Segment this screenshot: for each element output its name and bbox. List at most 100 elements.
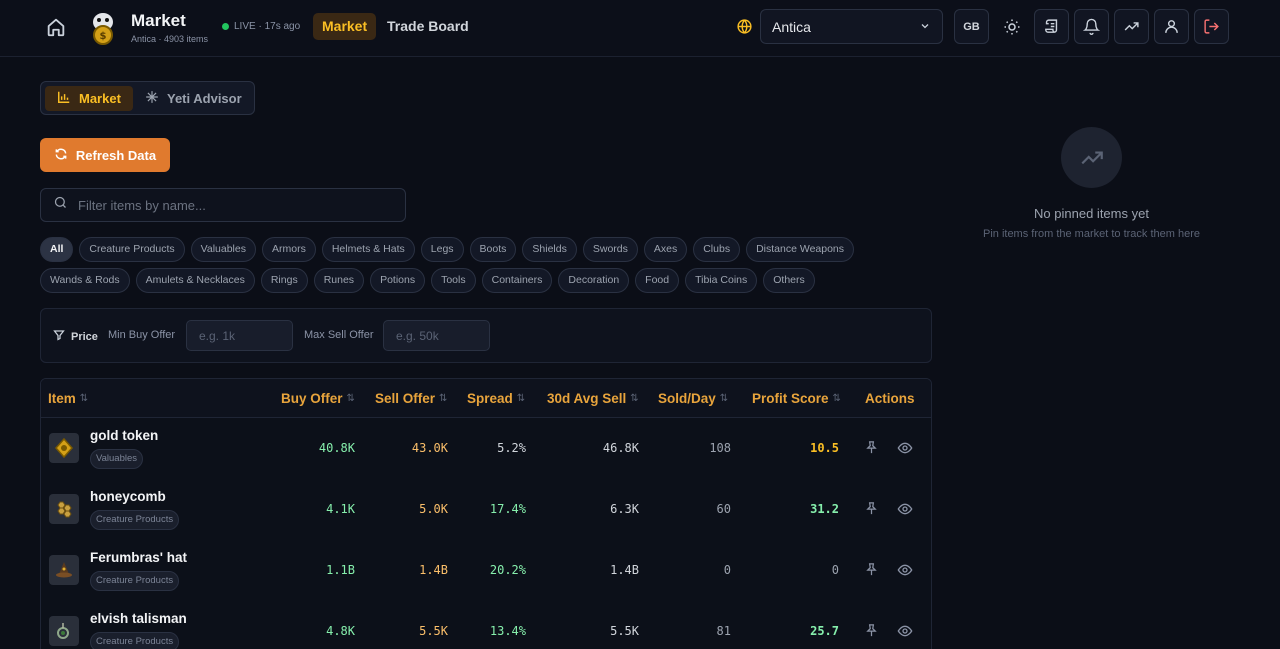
item-category-badge: Valuables <box>90 449 144 469</box>
category-chip[interactable]: Tibia Coins <box>685 268 758 293</box>
sold-day-cell: 81 <box>716 624 731 638</box>
view-toggle-market[interactable]: Market <box>45 86 133 111</box>
min-buy-label: Min Buy Offer <box>108 329 176 341</box>
category-chip[interactable]: Helmets & Hats <box>321 237 415 262</box>
category-chip[interactable]: Distance Weapons <box>746 237 855 262</box>
pin-icon[interactable] <box>864 562 880 578</box>
avg-sell-cell: 1.4B <box>610 563 639 577</box>
item-name[interactable]: gold token <box>90 428 158 443</box>
category-chip[interactable]: Potions <box>370 268 426 293</box>
sort-icon: ⇅ <box>346 393 355 404</box>
filter-icon <box>53 329 65 344</box>
category-chip[interactable]: Legs <box>420 237 464 262</box>
view-toggle: Market Yeti Advisor <box>40 81 255 115</box>
sell-offer-cell: 5.5K <box>419 624 448 638</box>
pin-icon[interactable] <box>864 501 880 517</box>
item-name[interactable]: elvish talisman <box>90 611 187 626</box>
gold-token-icon <box>49 433 79 463</box>
bar-chart-icon <box>57 90 71 107</box>
search-field[interactable] <box>40 188 406 222</box>
spread-cell: 17.4% <box>489 502 526 516</box>
world-select[interactable]: Antica <box>760 9 943 44</box>
buy-offer-cell: 4.1K <box>326 502 355 516</box>
category-chip[interactable]: Axes <box>643 237 688 262</box>
sell-offer-cell: 1.4B <box>419 563 448 577</box>
buy-offer-cell: 40.8K <box>318 441 355 455</box>
eye-icon[interactable] <box>897 440 913 456</box>
sun-icon[interactable] <box>1003 18 1021 36</box>
category-chip-all[interactable]: All <box>40 237 74 262</box>
sort-icon: ⇅ <box>439 393 448 404</box>
item-name[interactable]: honeycomb <box>90 489 166 504</box>
item-category-badge: Creature Products <box>90 632 180 649</box>
th-avg-sell[interactable]: 30d Avg Sell ⇅ <box>547 391 639 406</box>
logout-icon[interactable] <box>1194 9 1229 44</box>
table-row[interactable]: gold token Valuables 40.8K 43.0K 5.2% 46… <box>41 418 931 479</box>
category-chip[interactable]: Runes <box>313 268 365 293</box>
th-sold-day[interactable]: Sold/Day ⇅ <box>658 391 728 406</box>
category-chip[interactable]: Valuables <box>190 237 256 262</box>
sort-icon: ⇅ <box>832 393 841 404</box>
max-sell-input[interactable] <box>383 320 490 351</box>
category-chip[interactable]: Creature Products <box>79 237 185 262</box>
refresh-data-label: Refresh Data <box>75 147 157 163</box>
region-button-label: GB <box>963 20 980 33</box>
th-item[interactable]: Item ⇅ <box>48 391 88 406</box>
category-chip[interactable]: Rings <box>260 268 308 293</box>
live-status: LIVE · 17s ago <box>222 21 300 32</box>
category-chip[interactable]: Clubs <box>693 237 741 262</box>
category-chip[interactable]: Wands & Rods <box>40 268 130 293</box>
honeycomb-icon <box>49 494 79 524</box>
sort-icon: ⇅ <box>79 393 89 404</box>
category-chip[interactable]: Food <box>635 268 680 293</box>
profit-score-cell: 10.5 <box>810 441 839 455</box>
category-chip[interactable]: Armors <box>261 237 316 262</box>
view-toggle-yeti[interactable]: Yeti Advisor <box>145 86 242 111</box>
category-chip[interactable]: Tools <box>431 268 476 293</box>
home-icon[interactable] <box>45 16 67 38</box>
th-spread[interactable]: Spread ⇅ <box>467 391 525 406</box>
eye-icon[interactable] <box>897 623 913 639</box>
min-buy-input[interactable] <box>186 320 293 351</box>
category-chip[interactable]: Amulets & Necklaces <box>135 268 255 293</box>
profit-score-cell: 0 <box>831 563 839 577</box>
th-profit-score[interactable]: Profit Score ⇅ <box>752 391 841 406</box>
category-chip[interactable]: Others <box>763 268 815 293</box>
category-chip[interactable]: Containers <box>481 268 553 293</box>
region-button[interactable]: GB <box>954 9 989 44</box>
spread-cell: 5.2% <box>497 441 526 455</box>
scroll-icon[interactable] <box>1034 9 1069 44</box>
table-row[interactable]: Ferumbras' hat Creature Products 1.1B 1.… <box>41 540 931 601</box>
view-toggle-market-label: Market <box>79 91 121 106</box>
pin-icon[interactable] <box>864 623 880 639</box>
category-chip[interactable]: Shields <box>522 237 577 262</box>
world-select-value: Antica <box>772 18 811 35</box>
avg-sell-cell: 5.5K <box>610 624 639 638</box>
sort-icon: ⇅ <box>719 393 729 404</box>
search-input[interactable] <box>78 197 398 213</box>
nav-market[interactable]: Market <box>313 13 377 40</box>
bell-icon[interactable] <box>1074 9 1109 44</box>
nav-trade-board[interactable]: Trade Board <box>387 13 469 40</box>
th-buy-offer[interactable]: Buy Offer ⇅ <box>281 391 355 406</box>
category-chip[interactable]: Decoration <box>558 268 630 293</box>
pin-icon[interactable] <box>864 440 880 456</box>
category-chip[interactable]: Boots <box>469 237 517 262</box>
item-name[interactable]: Ferumbras' hat <box>90 550 187 565</box>
th-sell-offer[interactable]: Sell Offer ⇅ <box>375 391 447 406</box>
globe-icon <box>736 18 753 35</box>
sell-offer-cell: 43.0K <box>411 441 448 455</box>
table-row[interactable]: elvish talisman Creature Products 4.8K 5… <box>41 601 931 649</box>
svg-text:$: $ <box>100 31 107 42</box>
eye-icon[interactable] <box>897 562 913 578</box>
table-row[interactable]: honeycomb Creature Products 4.1K 5.0K 17… <box>41 479 931 540</box>
sort-icon: ⇅ <box>630 393 639 404</box>
eye-icon[interactable] <box>897 501 913 517</box>
user-icon[interactable] <box>1154 9 1189 44</box>
trending-icon[interactable] <box>1114 9 1149 44</box>
buy-offer-cell: 4.8K <box>326 624 355 638</box>
refresh-data-button[interactable]: Refresh Data <box>40 138 170 172</box>
view-toggle-yeti-label: Yeti Advisor <box>167 91 242 106</box>
sold-day-cell: 60 <box>716 502 731 516</box>
category-chip[interactable]: Swords <box>582 237 638 262</box>
